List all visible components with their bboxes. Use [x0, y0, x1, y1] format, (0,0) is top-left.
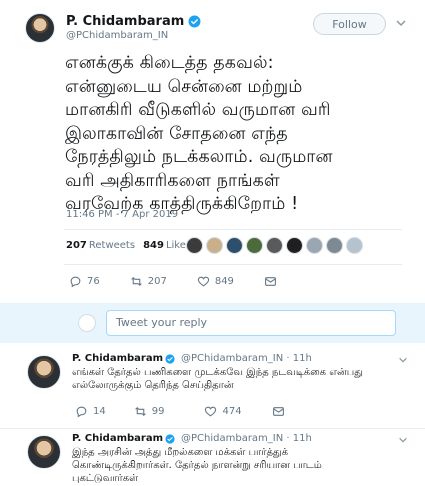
- author-name[interactable]: P. Chidambaram: [66, 14, 201, 29]
- reply-line: இந்த அரசின் அத்து மீறல்களை மக்கள் பார்த்…: [72, 447, 289, 458]
- reply-composer: Tweet your reply: [0, 303, 425, 343]
- tweet-stats: 207 Retweets 849 Likes: [66, 240, 191, 251]
- reply-icon[interactable]: [69, 275, 82, 288]
- verified-icon: [188, 15, 201, 28]
- mail-icon[interactable]: [272, 405, 285, 418]
- verified-icon: [165, 433, 175, 444]
- tweet-line: நேரத்திலும் நடக்கலாம். வருமான: [65, 147, 333, 167]
- current-user-avatar: [78, 314, 96, 332]
- reply-author[interactable]: P. Chidambaram @PChidambaram_IN · 11h: [72, 353, 312, 364]
- reply-tweet[interactable]: P. Chidambaram @PChidambaram_IN · 11h எங…: [0, 343, 425, 428]
- reply-handle-time[interactable]: @PChidambaram_IN · 11h: [181, 353, 312, 364]
- like-action[interactable]: 849: [197, 275, 234, 288]
- like-count: 849: [214, 276, 234, 287]
- liker-avatar[interactable]: [226, 237, 243, 254]
- reply-count: 76: [87, 276, 100, 287]
- tweet-timestamp[interactable]: 11:46 PM - 7 Apr 2019: [66, 209, 178, 220]
- reply-icon[interactable]: [75, 405, 88, 418]
- verified-icon: [165, 353, 175, 364]
- tweet-line: இலாகாவின் சோதனை எந்த: [65, 123, 288, 144]
- retweet-action[interactable]: 207: [130, 275, 167, 288]
- reply-text: இந்த அரசின் அத்து மீறல்களை மக்கள் பார்த்…: [72, 446, 402, 485]
- avatar[interactable]: [27, 355, 61, 389]
- dm-action[interactable]: [272, 405, 285, 418]
- retweets-stat[interactable]: 207 Retweets: [66, 240, 135, 251]
- avatar[interactable]: [25, 13, 55, 43]
- divider: [64, 229, 402, 230]
- reply-action[interactable]: 76: [69, 275, 100, 288]
- tweet-text: எனக்குக் கிடைத்த தகவல்: என்னுடைய சென்னை …: [65, 52, 385, 217]
- reply-text: எங்கள் தேர்தல் பணிகளை முடக்கவே இந்த நடவட…: [72, 366, 402, 392]
- reply-input[interactable]: Tweet your reply: [106, 310, 396, 336]
- liker-avatar[interactable]: [326, 237, 343, 254]
- heart-icon[interactable]: [197, 275, 210, 288]
- liker-avatar[interactable]: [286, 237, 303, 254]
- avatar[interactable]: [27, 435, 61, 469]
- heart-icon[interactable]: [204, 405, 217, 418]
- likes-stat[interactable]: 849 Likes: [143, 240, 191, 251]
- liker-avatar[interactable]: [246, 237, 263, 254]
- reply-line: எங்கள் தேர்தல் பணிகளை முடக்கவே இந்த நடவட…: [72, 367, 363, 378]
- reply-action[interactable]: 14: [75, 405, 106, 418]
- reply-line: கொண்டிருக்கிறார்கள். தேர்தல் நாளன்று சரி…: [72, 460, 322, 471]
- like-action[interactable]: 474: [204, 405, 242, 418]
- tweet-line: மானகிரி வீடுகளில் வருமான வரி: [65, 100, 331, 120]
- dm-action[interactable]: [264, 275, 277, 288]
- mail-icon[interactable]: [264, 275, 277, 288]
- reply-tweet[interactable]: P. Chidambaram @PChidambaram_IN · 11h இந…: [0, 429, 425, 486]
- reply-handle-time[interactable]: @PChidambaram_IN · 11h: [181, 433, 312, 444]
- likers-list: [186, 237, 363, 254]
- reply-author[interactable]: P. Chidambaram @PChidambaram_IN · 11h: [72, 433, 312, 444]
- liker-avatar[interactable]: [346, 237, 363, 254]
- reply-line: புகட்டுவார்கள்: [72, 473, 139, 484]
- chevron-down-icon[interactable]: [395, 17, 407, 29]
- follow-button[interactable]: Follow: [313, 13, 386, 35]
- liker-avatar[interactable]: [206, 237, 223, 254]
- tweet-line: எனக்குக் கிடைத்த தகவல்:: [65, 53, 274, 73]
- reply-author-name[interactable]: P. Chidambaram: [72, 353, 163, 364]
- chevron-down-icon[interactable]: [398, 435, 408, 445]
- tweet-actions: 76 207 849: [69, 275, 277, 288]
- tweet-line: வரி அதிகாரிகளை நாங்கள்: [65, 170, 280, 191]
- reply-actions: 14 99 474: [75, 405, 285, 418]
- reply-line: எல்லோருக்கும் தெரிந்த செய்திதான்: [72, 380, 234, 391]
- liker-avatar[interactable]: [186, 237, 203, 254]
- reply-author-name[interactable]: P. Chidambaram: [72, 433, 163, 444]
- retweet-count: 99: [151, 406, 165, 417]
- reply-count: 14: [93, 406, 106, 417]
- author-handle[interactable]: @PChidambaram_IN: [66, 30, 168, 41]
- author-name-text[interactable]: P. Chidambaram: [66, 14, 184, 29]
- retweet-icon[interactable]: [130, 275, 143, 288]
- divider: [64, 264, 402, 265]
- chevron-down-icon[interactable]: [398, 355, 408, 365]
- retweet-count: 207: [147, 276, 167, 287]
- like-count: 474: [222, 406, 242, 417]
- tweet-line: என்னுடைய சென்னை மற்றும்: [65, 76, 303, 97]
- liker-avatar[interactable]: [306, 237, 323, 254]
- retweet-icon[interactable]: [134, 405, 147, 418]
- liker-avatar[interactable]: [266, 237, 283, 254]
- retweet-action[interactable]: 99: [134, 405, 165, 418]
